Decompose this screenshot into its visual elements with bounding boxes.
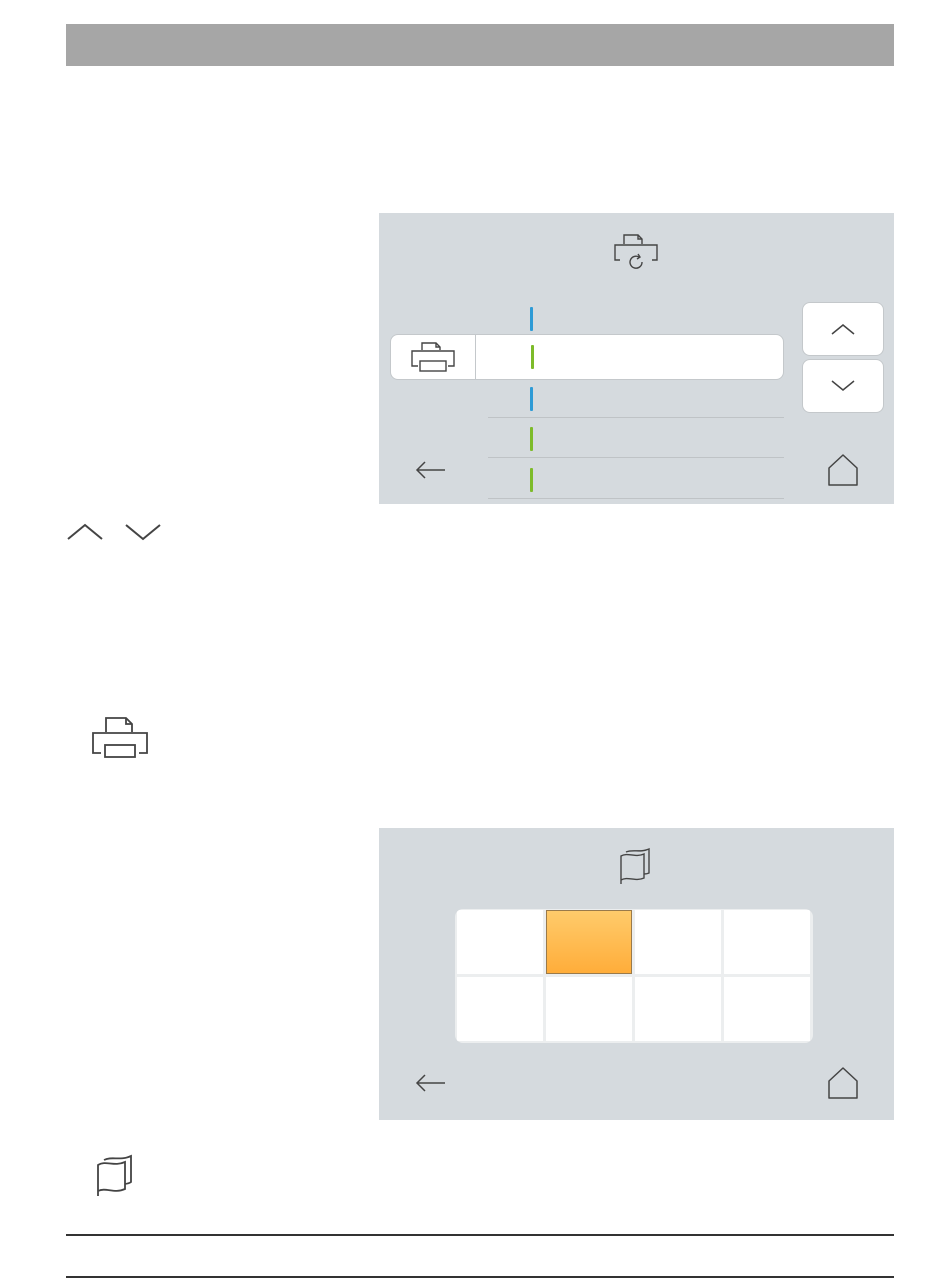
status-bar-blue (530, 307, 533, 331)
home-button[interactable] (826, 452, 860, 493)
grid-cell[interactable] (724, 910, 810, 974)
grid-cell[interactable] (635, 977, 721, 1041)
grid-cell[interactable] (457, 910, 543, 974)
chevron-up-icon (831, 324, 855, 335)
legend-chevrons (64, 518, 174, 549)
selected-list-item[interactable] (390, 334, 784, 380)
printer-refresh-icon (612, 232, 660, 274)
grid-cell[interactable] (724, 977, 810, 1041)
scroll-down-button[interactable] (802, 359, 884, 413)
language-grid (455, 909, 813, 1043)
home-button[interactable] (826, 1065, 860, 1106)
status-bar-blue (530, 387, 533, 411)
flag-icon (614, 846, 658, 893)
header-bar (66, 24, 894, 66)
grid-cell[interactable] (457, 977, 543, 1041)
grid-cell[interactable] (546, 977, 632, 1041)
printer-button[interactable] (391, 335, 476, 379)
row-divider (488, 457, 784, 458)
list-item[interactable] (488, 298, 784, 338)
scroll-up-button[interactable] (802, 302, 884, 356)
home-icon (828, 454, 858, 486)
divider-line (66, 1276, 894, 1278)
back-button[interactable] (414, 458, 448, 487)
list-item[interactable] (488, 378, 784, 418)
status-bar-green (530, 468, 533, 492)
printer-icon (88, 714, 152, 767)
back-button[interactable] (414, 1071, 448, 1100)
grid-cell-selected[interactable] (546, 910, 632, 974)
chevron-up-icon (67, 523, 103, 540)
status-bar-green (530, 427, 533, 451)
chevron-down-icon (831, 380, 855, 391)
status-bar-green (531, 345, 534, 369)
row-divider (488, 498, 784, 499)
list-item[interactable] (488, 459, 784, 499)
list-item[interactable] (488, 418, 784, 458)
arrow-left-icon (415, 461, 445, 479)
divider-line (66, 1234, 894, 1236)
printer-icon (411, 342, 455, 372)
home-icon (828, 1067, 858, 1099)
chevron-down-icon (125, 524, 161, 541)
flag-icon (92, 1151, 148, 1204)
grid-cell[interactable] (635, 910, 721, 974)
arrow-left-icon (415, 1074, 445, 1092)
